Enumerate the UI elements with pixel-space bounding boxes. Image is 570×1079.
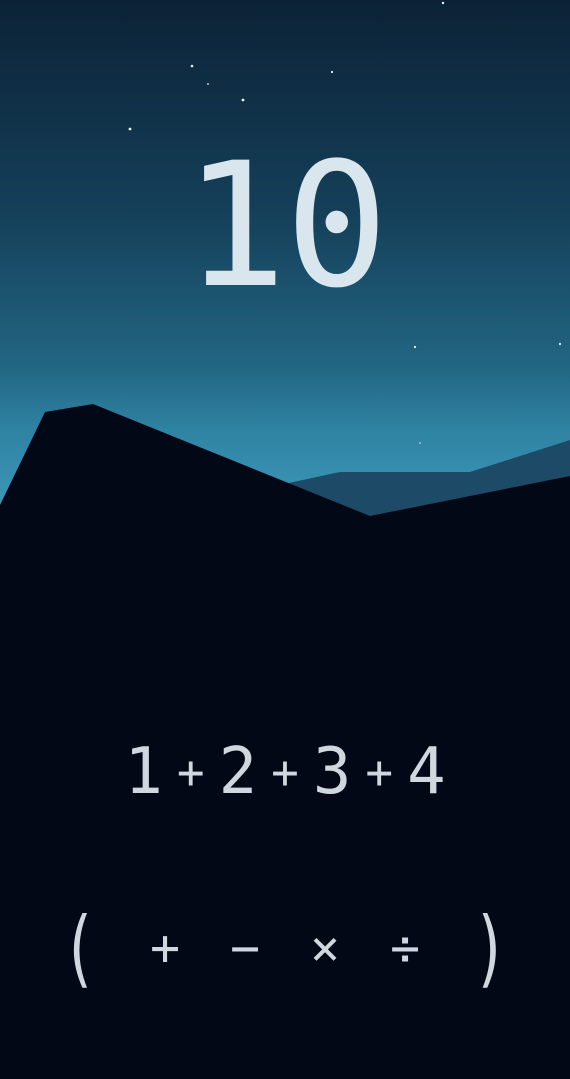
- star: [419, 442, 421, 444]
- expression-operator-2[interactable]: +: [271, 740, 299, 804]
- target-number: 10: [183, 125, 388, 326]
- plus-button[interactable]: +: [145, 900, 185, 996]
- minus-button[interactable]: −: [225, 900, 265, 996]
- close-paren-button[interactable]: ): [473, 900, 508, 996]
- number-tile-4[interactable]: 4: [407, 740, 446, 804]
- open-paren-button[interactable]: (: [62, 900, 97, 996]
- operator-palette: ( + − × ÷ ): [0, 900, 570, 996]
- times-button[interactable]: ×: [305, 900, 345, 996]
- star: [558, 342, 562, 346]
- number-expression: 1 + 2 + 3 + 4: [0, 740, 570, 804]
- star: [207, 83, 209, 85]
- star: [413, 345, 417, 349]
- number-tile-1[interactable]: 1: [124, 740, 163, 804]
- star: [128, 127, 132, 131]
- expression-operator-1[interactable]: +: [177, 740, 205, 804]
- expression-operator-3[interactable]: +: [365, 740, 393, 804]
- star: [190, 64, 194, 68]
- star: [441, 1, 445, 5]
- star: [330, 70, 334, 74]
- number-tile-2[interactable]: 2: [219, 740, 258, 804]
- star: [241, 98, 245, 102]
- game-screen: 10 1 + 2 + 3 + 4 ( + − × ÷ ): [0, 0, 570, 1079]
- divide-button[interactable]: ÷: [385, 900, 425, 996]
- number-tile-3[interactable]: 3: [313, 740, 352, 804]
